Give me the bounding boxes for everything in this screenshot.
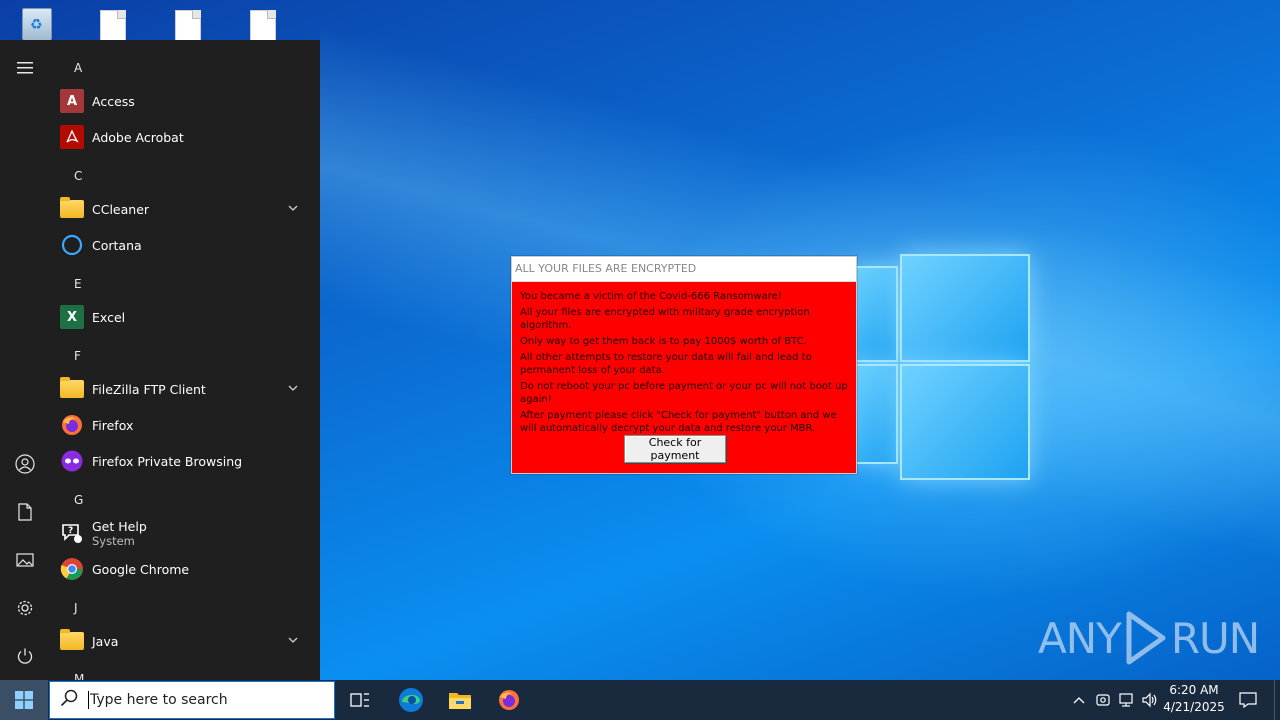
user-icon[interactable] bbox=[10, 449, 40, 479]
check-for-payment-button[interactable]: Check for payment bbox=[624, 435, 726, 463]
desktop-file-icon[interactable] bbox=[94, 8, 130, 42]
taskbar-clock[interactable]: 6:20 AM 4/21/2025 bbox=[1160, 682, 1228, 716]
app-access[interactable]: A Access bbox=[60, 84, 310, 118]
app-java-folder[interactable]: Java bbox=[60, 624, 310, 658]
ransom-window-title: ALL YOUR FILES ARE ENCRYPTED bbox=[512, 257, 856, 282]
letter-header-m[interactable]: M bbox=[74, 672, 84, 680]
text-caret bbox=[88, 691, 89, 709]
app-label: CCleaner bbox=[92, 201, 150, 217]
folder-icon bbox=[60, 197, 84, 221]
app-label: Adobe Acrobat bbox=[92, 129, 184, 145]
app-label: Cortana bbox=[92, 237, 142, 253]
picture-icon[interactable] bbox=[10, 545, 40, 575]
letter-header-f[interactable]: F bbox=[74, 349, 81, 363]
app-cortana[interactable]: Cortana bbox=[60, 228, 310, 262]
clock-time: 6:20 AM bbox=[1169, 683, 1219, 697]
clock-date: 4/21/2025 bbox=[1163, 700, 1225, 714]
start-menu: A A Access Adobe Acrobat C CCleaner Cort… bbox=[0, 40, 320, 680]
ransom-window: ALL YOUR FILES ARE ENCRYPTED You became … bbox=[511, 256, 857, 474]
chevron-down-icon[interactable] bbox=[288, 633, 298, 646]
app-filezilla-folder[interactable]: FileZilla FTP Client bbox=[60, 372, 310, 406]
app-label: Firefox Private Browsing bbox=[92, 453, 243, 469]
ransom-line: All other attempts to restore your data … bbox=[520, 352, 812, 376]
windows-icon bbox=[15, 691, 33, 709]
show-hidden-icons-chevron-icon[interactable] bbox=[1070, 680, 1088, 720]
excel-icon: X bbox=[60, 305, 84, 329]
document-icon[interactable] bbox=[10, 497, 40, 527]
taskbar: 6:20 AM 4/21/2025 bbox=[0, 680, 1280, 720]
show-desktop-button[interactable] bbox=[1274, 680, 1280, 720]
ransom-line: Only way to get them back is to pay 1000… bbox=[520, 336, 807, 347]
taskbar-search-box[interactable] bbox=[49, 681, 335, 719]
svg-text:?: ? bbox=[68, 526, 73, 536]
letter-header-e[interactable]: E bbox=[74, 277, 82, 291]
ransom-message: You became a victim of the Covid-666 Ran… bbox=[520, 290, 850, 438]
app-label: Excel bbox=[92, 309, 126, 325]
hamburger-icon[interactable] bbox=[10, 53, 40, 83]
app-label: Firefox bbox=[92, 417, 134, 433]
folder-icon bbox=[60, 629, 84, 653]
acrobat-icon bbox=[60, 125, 84, 149]
anyrun-watermark: ANY RUN bbox=[1038, 610, 1260, 666]
notifications-icon[interactable] bbox=[1236, 680, 1260, 720]
ransom-line: Do not reboot your pc before payment or … bbox=[520, 381, 848, 405]
get-help-icon: ? bbox=[60, 521, 84, 545]
play-logo-icon bbox=[1126, 611, 1166, 665]
security-icon[interactable] bbox=[1093, 680, 1113, 720]
letter-header-j[interactable]: J bbox=[74, 601, 78, 615]
volume-icon[interactable] bbox=[1140, 680, 1160, 720]
start-app-list: A A Access Adobe Acrobat C CCleaner Cort… bbox=[50, 40, 320, 680]
app-adobe-acrobat[interactable]: Adobe Acrobat bbox=[60, 120, 310, 154]
folder-icon bbox=[60, 377, 84, 401]
chevron-down-icon[interactable] bbox=[288, 201, 298, 214]
chevron-down-icon[interactable] bbox=[288, 381, 298, 394]
letter-header-c[interactable]: C bbox=[74, 169, 82, 183]
access-icon: A bbox=[60, 89, 84, 113]
app-firefox-private[interactable]: Firefox Private Browsing bbox=[60, 444, 310, 478]
network-icon[interactable] bbox=[1116, 680, 1136, 720]
watermark-right-text: RUN bbox=[1170, 613, 1260, 663]
app-label: Get Help bbox=[92, 518, 147, 534]
windows-logo-wallpaper bbox=[840, 240, 1030, 480]
app-label-group: Get Help System bbox=[92, 519, 147, 548]
search-input[interactable] bbox=[90, 692, 320, 708]
firefox-icon bbox=[60, 413, 84, 437]
desktop-file-icon[interactable] bbox=[169, 8, 205, 42]
app-excel[interactable]: X Excel bbox=[60, 300, 310, 334]
app-firefox[interactable]: Firefox bbox=[60, 408, 310, 442]
desktop-file-icon[interactable] bbox=[244, 8, 280, 42]
app-label: FileZilla FTP Client bbox=[92, 381, 206, 397]
chrome-icon bbox=[60, 557, 84, 581]
edge-icon[interactable] bbox=[397, 686, 425, 714]
file-explorer-icon[interactable] bbox=[446, 686, 474, 714]
start-menu-rail bbox=[0, 40, 50, 680]
app-google-chrome[interactable]: Google Chrome bbox=[60, 552, 310, 586]
recycle-bin-icon[interactable]: ♻ bbox=[18, 8, 54, 42]
watermark-left-text: ANY bbox=[1038, 613, 1122, 663]
app-label: Access bbox=[92, 93, 135, 109]
gear-icon[interactable] bbox=[10, 593, 40, 623]
ransom-line: After payment please click "Check for pa… bbox=[520, 410, 837, 434]
cortana-icon bbox=[60, 233, 84, 257]
letter-header-a[interactable]: A bbox=[74, 61, 82, 75]
task-view-icon[interactable] bbox=[346, 686, 374, 714]
firefox-taskbar-icon[interactable] bbox=[495, 686, 523, 714]
letter-header-g[interactable]: G bbox=[74, 493, 83, 507]
ransom-line: All your files are encrypted with milita… bbox=[520, 307, 810, 331]
app-label: Java bbox=[92, 633, 119, 649]
power-icon[interactable] bbox=[10, 641, 40, 671]
start-button[interactable] bbox=[0, 680, 48, 720]
firefox-private-icon bbox=[60, 449, 84, 473]
ransom-line: You became a victim of the Covid-666 Ran… bbox=[520, 291, 782, 302]
search-icon bbox=[58, 689, 80, 711]
app-get-help[interactable]: ? Get Help System bbox=[60, 516, 310, 550]
app-ccleaner-folder[interactable]: CCleaner bbox=[60, 192, 310, 226]
app-label: Google Chrome bbox=[92, 561, 190, 577]
app-sublabel: System bbox=[92, 533, 135, 548]
